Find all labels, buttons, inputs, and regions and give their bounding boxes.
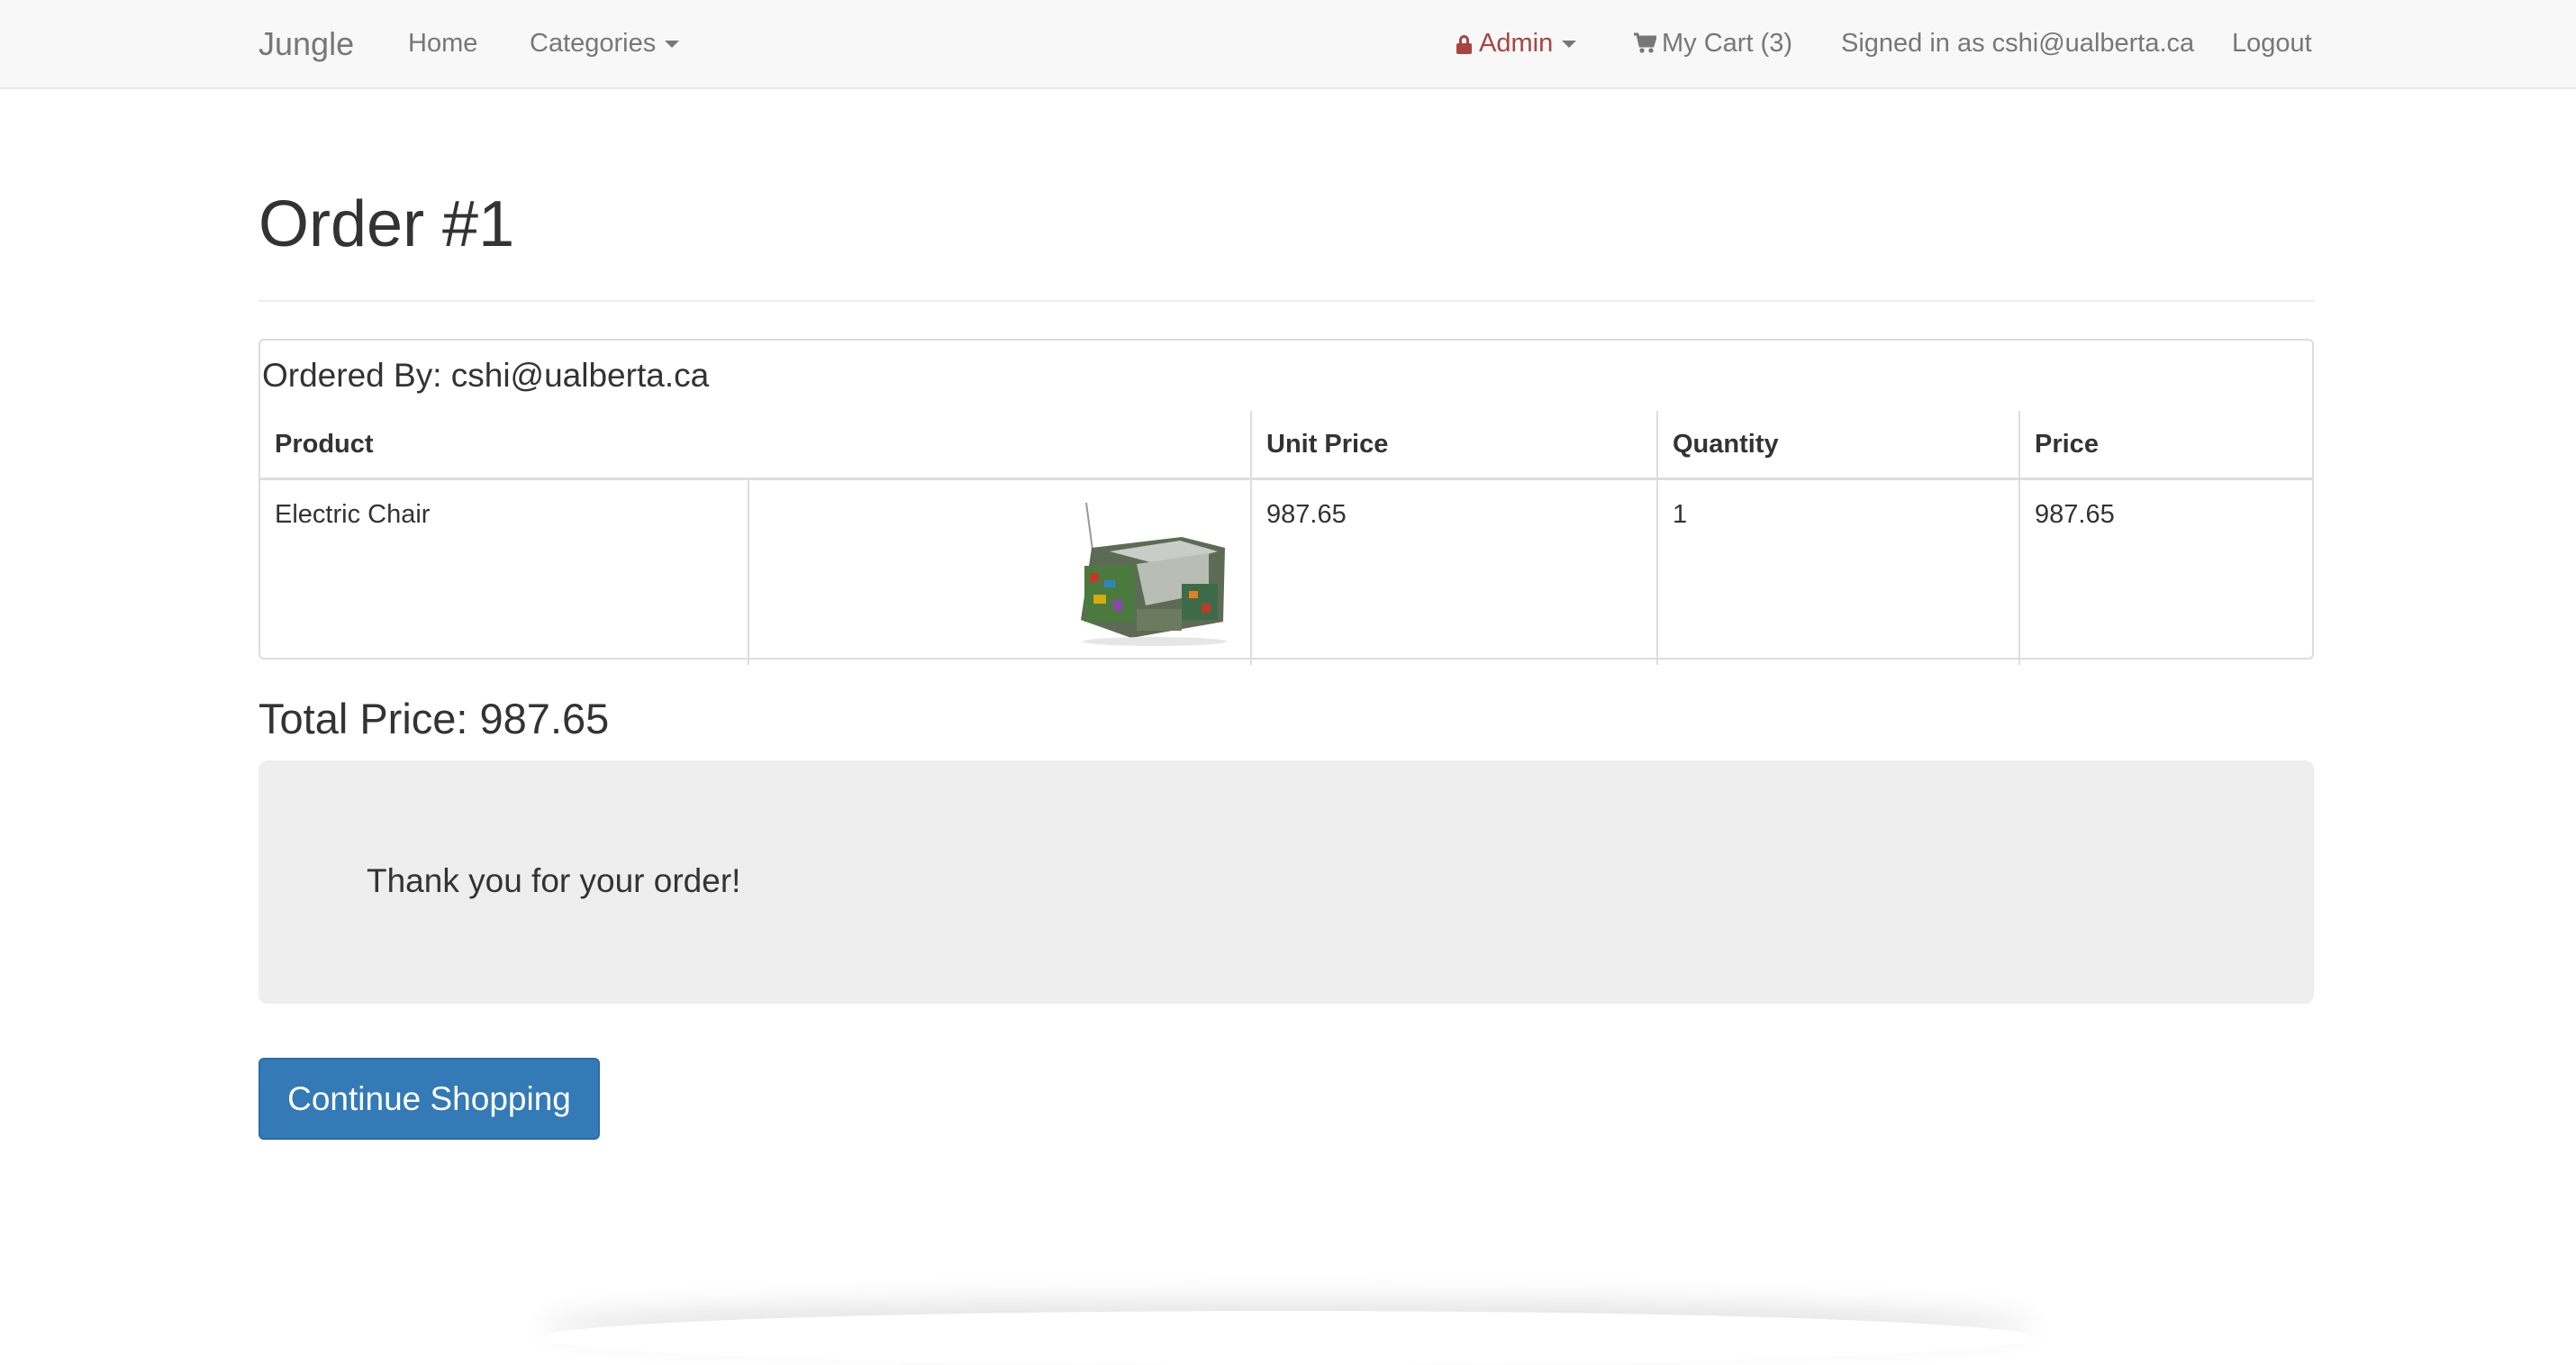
unit-price-cell: 987.65 bbox=[1250, 478, 1657, 665]
column-header-price: Price bbox=[2018, 411, 2312, 480]
divider bbox=[259, 300, 2314, 302]
continue-shopping-button[interactable]: Continue Shopping bbox=[259, 1058, 600, 1140]
nav-home-link[interactable]: Home bbox=[408, 0, 477, 87]
column-header-product: Product bbox=[260, 411, 1251, 480]
nav-admin-dropdown[interactable]: Admin bbox=[1456, 0, 1577, 87]
top-navbar: Jungle Home Categories Admin My Cart (3)… bbox=[0, 0, 2576, 89]
total-price: Total Price: 987.65 bbox=[259, 695, 610, 742]
product-name-cell: Electric Chair bbox=[260, 478, 748, 665]
nav-cart-label: My Cart (3) bbox=[1662, 29, 1792, 58]
thank-you-banner: Thank you for your order! bbox=[259, 760, 2314, 1004]
lock-icon bbox=[1456, 35, 1472, 54]
price-cell: 987.65 bbox=[2018, 478, 2312, 665]
product-image bbox=[1081, 502, 1227, 646]
column-header-quantity: Quantity bbox=[1656, 411, 2019, 480]
nav-admin-label: Admin bbox=[1479, 29, 1554, 58]
chevron-down-icon bbox=[1562, 41, 1577, 49]
chevron-down-icon bbox=[665, 41, 680, 49]
order-panel: Ordered By: cshi@ualberta.ca Product Uni… bbox=[259, 339, 2314, 665]
nav-categories-label: Categories bbox=[530, 29, 657, 58]
column-header-unit-price: Unit Price bbox=[1250, 411, 1657, 480]
nav-categories-dropdown[interactable]: Categories bbox=[530, 0, 680, 87]
product-image-cell bbox=[748, 478, 1251, 665]
quantity-cell: 1 bbox=[1656, 478, 2019, 665]
table-header-row: Product Unit Price Quantity Price bbox=[260, 411, 2312, 480]
ordered-by-heading: Ordered By: cshi@ualberta.ca bbox=[262, 357, 710, 394]
nav-cart-link[interactable]: My Cart (3) bbox=[1633, 0, 1792, 87]
page-title: Order #1 bbox=[259, 188, 515, 260]
brand-link[interactable]: Jungle bbox=[259, 0, 354, 87]
shopping-cart-icon bbox=[1634, 32, 1656, 53]
signed-in-text: Signed in as cshi@ualberta.ca bbox=[1841, 29, 2195, 58]
order-table: Product Unit Price Quantity Price Electr… bbox=[260, 411, 2312, 665]
nav-logout-link[interactable]: Logout bbox=[2232, 0, 2312, 87]
table-row: Electric Chair 987.65 1 987.65 bbox=[260, 478, 2312, 665]
thank-you-message: Thank you for your order! bbox=[367, 862, 741, 899]
page-bottom-shadow bbox=[540, 1311, 2036, 1365]
